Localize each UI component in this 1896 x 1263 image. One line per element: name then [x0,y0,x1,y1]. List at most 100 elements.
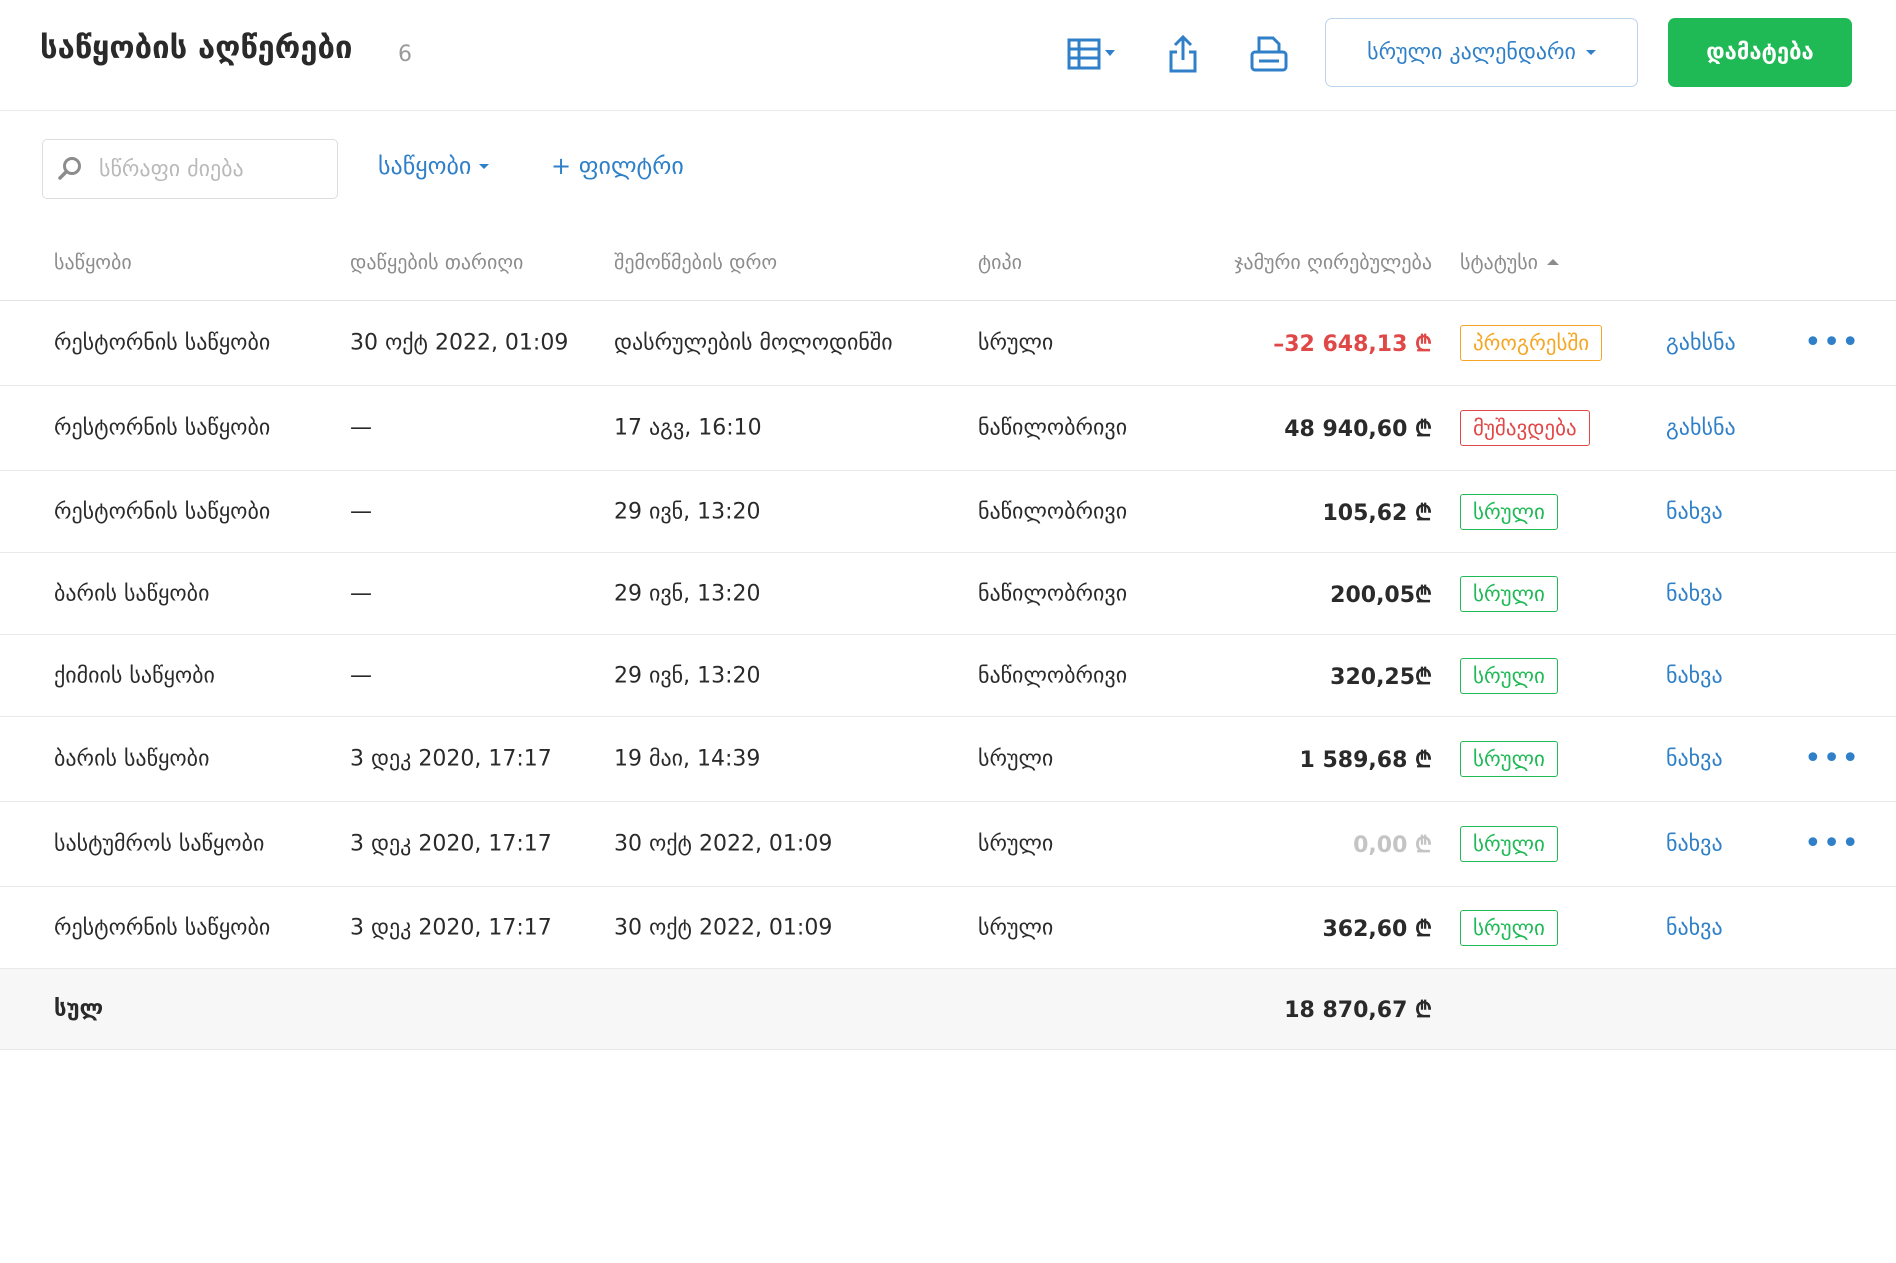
inventory-table: საწყობი დაწყების თარიღი შემოწმების დრო ტ… [0,228,1896,1050]
full-calendar-dropdown[interactable]: სრული კალენდარი [1325,18,1638,87]
total-value-cell: –32 648,13 ₾ [1273,332,1432,357]
status-badge: პროგრესში [1460,325,1603,361]
warehouse-cell: რესტორნის საწყობი [54,915,271,940]
type-cell: სრული [978,746,1054,772]
total-value-cell: 0,00 ₾ [1353,833,1432,858]
print-button[interactable] [1241,28,1297,80]
table-view-button[interactable] [1064,28,1120,80]
row-action-link[interactable]: გახსნა [1666,331,1736,356]
total-value-cell: 200,05₾ [1330,582,1432,608]
table-row[interactable]: რესტორნის საწყობი — 17 აგვ, 16:10 ნაწილობრი… [0,386,1896,471]
column-header-total-value[interactable]: ჯამური ღირებულება [1234,250,1432,274]
check-time-cell: 29 ივნ, 13:20 [614,663,761,688]
total-value-cell: 48 940,60 ₾ [1284,417,1432,442]
start-date-cell: — [350,415,372,441]
table-view-icon [1067,38,1115,70]
column-header-start-date[interactable]: დაწყების თარიღი [350,250,523,274]
row-action-link[interactable]: ნახვა [1666,663,1723,688]
table-row[interactable]: რესტორნის საწყობი 3 დეკ 2020, 17:17 30 ოქტ… [0,887,1896,969]
table-row[interactable]: რესტორნის საწყობი 30 ოქტ 2022, 01:09 დასრუ… [0,301,1896,386]
table-row[interactable]: ბარის საწყობი — 29 ივნ, 13:20 ნაწილობრივი 20… [0,553,1896,635]
search-icon [58,157,81,180]
total-value: 18 870,67 ₾ [1284,998,1432,1023]
add-button[interactable]: დამატება [1668,18,1852,87]
warehouse-filter-dropdown[interactable]: საწყობი [378,152,490,180]
type-cell: სრული [978,831,1054,857]
printer-icon [1250,36,1288,72]
row-action-link[interactable]: ნახვა [1666,499,1723,524]
row-action-link[interactable]: ნახვა [1666,747,1723,772]
start-date-cell: 3 დეკ 2020, 17:17 [350,915,552,940]
warehouse-cell: სასტუმროს საწყობი [54,831,265,857]
total-value-cell: 1 589,68 ₾ [1299,748,1432,773]
start-date-cell: — [350,581,372,606]
warehouse-cell: რესტორნის საწყობი [54,415,271,441]
row-action-link[interactable]: ნახვა [1666,581,1723,606]
warehouse-cell: რესტორნის საწყობი [54,330,271,356]
status-badge: სრული [1460,575,1558,612]
search-input[interactable] [97,155,321,183]
more-options-icon[interactable]: ••• [1804,744,1860,774]
start-date-cell: 30 ოქტ 2022, 01:09 [350,330,569,356]
type-cell: ნაწილობრივი [978,663,1128,688]
share-icon [1169,34,1197,73]
status-badge: სრული [1460,657,1558,694]
table-body: რესტორნის საწყობი 30 ოქტ 2022, 01:09 დასრუ… [0,301,1896,969]
check-time-cell: 17 აგვ, 16:10 [614,415,762,441]
total-value-cell: 105,62 ₾ [1322,500,1432,526]
chevron-down-icon [479,163,490,169]
check-time-cell: 29 ივნ, 13:20 [614,499,761,524]
row-action-link[interactable]: გახსნა [1666,416,1736,441]
status-badge: სრული [1460,493,1558,530]
warehouse-filter-label: საწყობი [378,152,472,180]
row-action-link[interactable]: ნახვა [1666,915,1723,940]
check-time-cell: 30 ოქტ 2022, 01:09 [614,831,833,857]
item-count: 6 [398,42,412,67]
table-row[interactable]: სასტუმროს საწყობი 3 დეკ 2020, 17:17 30 ოქტ… [0,802,1896,887]
column-header-type[interactable]: ტიპი [978,250,1022,274]
type-cell: ნაწილობრივი [978,581,1128,606]
total-value-cell: 362,60 ₾ [1322,916,1432,942]
check-time-cell: 29 ივნ, 13:20 [614,581,761,606]
start-date-cell: 3 დეკ 2020, 17:17 [350,746,552,772]
warehouse-cell: ბარის საწყობი [54,746,210,772]
table-header: საწყობი დაწყების თარიღი შემოწმების დრო ტ… [0,228,1896,301]
status-badge: მუშავდება [1460,410,1590,446]
sort-ascending-icon [1547,259,1560,265]
more-options-icon[interactable]: ••• [1804,328,1860,358]
type-cell: სრული [978,330,1054,356]
warehouse-cell: ბარის საწყობი [54,581,210,606]
type-cell: ნაწილობრივი [978,499,1128,524]
warehouse-cell: ქიმიის საწყობი [54,663,215,688]
start-date-cell: — [350,499,372,524]
check-time-cell: 30 ოქტ 2022, 01:09 [614,915,833,940]
column-header-warehouse[interactable]: საწყობი [54,250,132,274]
row-action-link[interactable]: ნახვა [1666,832,1723,857]
check-time-cell: დასრულების მოლოდინში [614,330,893,356]
total-label: სულ [54,996,104,1022]
total-row: სულ 18 870,67 ₾ [0,969,1896,1050]
table-row[interactable]: ქიმიის საწყობი — 29 ივნ, 13:20 ნაწილობრივი 3… [0,635,1896,717]
more-options-icon[interactable]: ••• [1804,829,1860,859]
total-value-cell: 320,25₾ [1330,664,1432,690]
page-header: საწყობის აღწერები 6 სრული კალენდარი დამა… [0,0,1896,111]
table-row[interactable]: რესტორნის საწყობი — 29 ივნ, 13:20 ნაწილობრი… [0,471,1896,553]
status-badge: სრული [1460,741,1558,777]
start-date-cell: 3 დეკ 2020, 17:17 [350,831,552,857]
page-title: საწყობის აღწერები [40,30,353,66]
export-button[interactable] [1155,28,1211,80]
column-header-status[interactable]: სტატუსი [1460,250,1560,274]
warehouse-cell: რესტორნის საწყობი [54,499,271,524]
column-header-check-time[interactable]: შემოწმების დრო [614,250,777,274]
check-time-cell: 19 მაი, 14:39 [614,746,761,772]
start-date-cell: — [350,663,372,688]
type-cell: ნაწილობრივი [978,415,1128,441]
add-filter-button[interactable]: + ფილტრი [551,152,684,180]
chevron-down-icon [1585,50,1596,55]
status-badge: სრული [1460,909,1558,946]
calendar-label: სრული კალენდარი [1367,40,1576,65]
status-header-label: სტატუსი [1460,250,1539,274]
table-row[interactable]: ბარის საწყობი 3 დეკ 2020, 17:17 19 მაი, 14… [0,717,1896,802]
search-field[interactable] [42,139,338,199]
type-cell: სრული [978,915,1054,940]
